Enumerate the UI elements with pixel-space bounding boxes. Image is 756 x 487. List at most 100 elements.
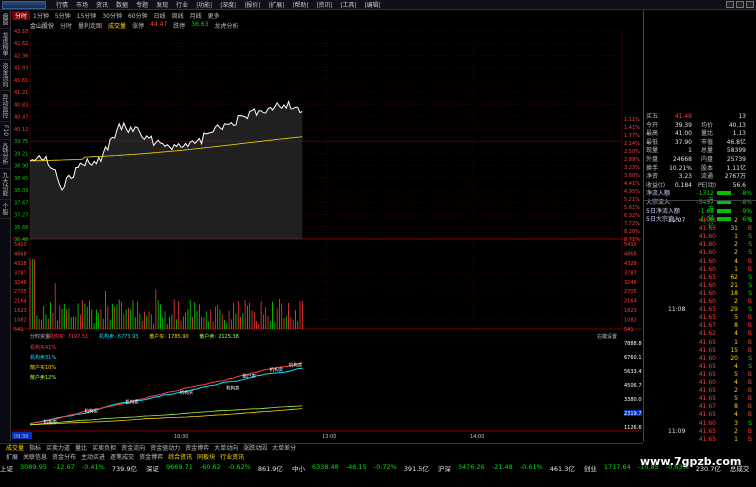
quote-label: 净流入额 [646,190,671,198]
trade-volume: 8 [734,322,738,330]
period-tab-2[interactable]: 5分钟 [52,11,74,20]
trade-side: S [748,306,752,314]
indicator-tab-row: 成交量 指标 买卖力道 量比 买卖负担 资金流向 资金驱动力 资金博弈 大单动向 涨跌动因 大单差分 [0,443,643,452]
vol-tick-label-right: 1623 [624,308,637,314]
period-tab-3[interactable]: 15分钟 [74,11,100,20]
chart-tag-1[interactable]: 分时 [60,21,72,30]
quote-label-2: PE(动) [697,181,717,189]
site-watermark: www.7gpzb.com [640,455,742,468]
price-tick-label: 38.09 [14,188,28,194]
ticker-value: 1717.64 [603,463,631,471]
trade-volume: 4 [734,411,738,419]
left-tab-1[interactable]: 龙虎榜单 [0,29,10,60]
menu-item-2[interactable]: 资讯 [92,0,112,9]
left-tab-bar: 盘面 龙虎榜单 资金流向 异动监控 F10 K线分析 九大功能 个股 [0,10,11,442]
period-tab-5[interactable]: 60分钟 [125,11,151,20]
trade-price: 41.60 [698,379,716,386]
stock-name[interactable]: 金山股份 [30,21,54,30]
flow-legend-item: 机构卖31% [30,354,56,361]
period-tab-8[interactable]: 月线 [187,11,205,20]
trade-time [668,379,690,386]
period-tab-0[interactable]: 分时 [12,11,31,20]
menu-item-12[interactable]: |资讯| [312,0,336,9]
trade-row: 11:09 41.65 2 B [668,428,756,435]
period-tab-4[interactable]: 30分钟 [99,11,125,20]
flow-settings-button[interactable]: 右键设置 [597,333,617,340]
minimize-icon[interactable] [726,1,734,8]
menu-item-13[interactable]: |工具| [336,0,360,9]
intraday-chart-area[interactable]: 分时资金机构买: 7197.51 机构卖: 6773.93 散户买: 1785.90 散户卖… [12,29,642,441]
trade-row: 41.60 4 B [668,258,756,265]
left-tab-3[interactable]: 异动监控 [0,91,10,122]
left-tab-4[interactable]: F10 [0,122,10,141]
extension-tab-0[interactable]: 扩展 [6,452,18,461]
trade-row: 41.65 1 B [668,436,756,443]
left-tab-2[interactable]: 资金流向 [0,60,10,91]
ticker-item-2[interactable]: 中小 6338.48 -46.15 -0.72% 391.5亿 [292,463,433,473]
left-tab-6[interactable]: 九大功能 [0,169,10,201]
price-tick-label: 37.67 [14,200,28,206]
period-tab-6[interactable]: 日线 [151,11,169,20]
trade-row: 41.67 8 B [668,322,756,329]
menu-item-10[interactable]: |扩展| [264,0,288,9]
left-tab-0[interactable]: 盘面 [0,10,10,29]
trade-volume: 31 [730,225,738,233]
ticker-item-0[interactable]: 上证 3089.95 -12.67 -0.41% 739.9亿 [0,463,141,473]
menu-item-8[interactable]: |深度| [216,0,240,9]
menu-item-9[interactable]: |报价| [240,0,264,9]
maximize-icon[interactable] [736,1,744,8]
period-tab-9[interactable]: 更多 [205,11,223,20]
flow-header-d_val: 2125.38 [218,334,239,340]
menu-item-0[interactable]: 行情 [52,0,72,9]
menu-item-3[interactable]: 数据 [112,0,132,9]
period-tab-1[interactable]: 1分钟 [30,11,52,20]
trade-price: 41.65 [698,435,716,443]
trade-volume: 4 [734,330,738,338]
extension-tab-7[interactable]: 同板块 [197,452,215,461]
trade-side: S [748,289,752,297]
extension-tab-8[interactable]: 行业资讯 [220,452,244,461]
extension-tab-3[interactable]: 主动买进 [81,452,105,461]
left-tab-5[interactable]: K线分析 [0,140,10,170]
trade-price: 41.80 [698,241,716,249]
indicator-tab-9[interactable]: 涨跌动因 [243,443,267,452]
period-tab-7[interactable]: 周线 [169,11,187,20]
ticker-name: 中小 [291,465,305,473]
menu-item-1[interactable]: 市场 [72,0,92,9]
ticker-amount: 461.3亿 [549,465,575,473]
price-tick-label: 37.27 [14,213,28,219]
ticker-item-3[interactable]: 沪深 3476.26 -21.48 -0.61% 461.3亿 [438,463,579,473]
vol-tick-label-right: 4868 [624,251,637,257]
vol-tick-label: 2705 [14,289,27,295]
extension-tab-1[interactable]: 关联信息 [23,452,47,461]
trade-price: 41.63 [698,225,716,233]
trade-side: B [747,346,752,354]
extension-tab-5[interactable]: 资金博弈 [139,452,163,461]
chart-tag-3[interactable]: 成交量 [108,21,126,30]
trade-row: 41.65 4 S [668,363,756,370]
quote-label-2: 总量 [700,147,713,155]
menu-item-5[interactable]: 发现 [152,0,172,9]
dragon-tiger-label[interactable]: 龙虎分析 [214,21,238,30]
trade-side: B [747,257,752,265]
ticker-item-1[interactable]: 深证 9669.71 -60.62 -0.62% 861.9亿 [146,463,287,473]
trade-row: 41.65 2 B [668,387,756,394]
trade-price: 41.65 [698,273,716,281]
extension-tab-4[interactable]: 逐笔成交 [110,452,134,461]
menu-item-14[interactable]: |编辑| [360,0,384,9]
flow-event-tag: 机构买 [84,408,98,415]
close-icon[interactable] [746,1,754,8]
menu-item-4[interactable]: 专题 [132,0,152,9]
indicator-tab-10[interactable]: 大单差分 [272,443,296,452]
extension-tab-2[interactable]: 资金分布 [52,452,76,461]
trade-volume: 5 [734,314,738,322]
trade-volume: 2 [734,298,738,305]
menu-item-7[interactable]: |功能| [192,0,216,9]
vol-tick-label: 1082 [14,318,27,324]
menu-item-6[interactable]: 行业 [172,0,192,9]
flow-event-tag: 机构卖 [270,366,284,373]
left-tab-7[interactable]: 个股 [0,200,10,220]
extension-tab-6[interactable]: 综合资讯 [168,452,192,461]
menu-item-11[interactable]: |帮助| [288,0,312,9]
chart-tag-2[interactable]: 量利走图 [78,21,102,30]
